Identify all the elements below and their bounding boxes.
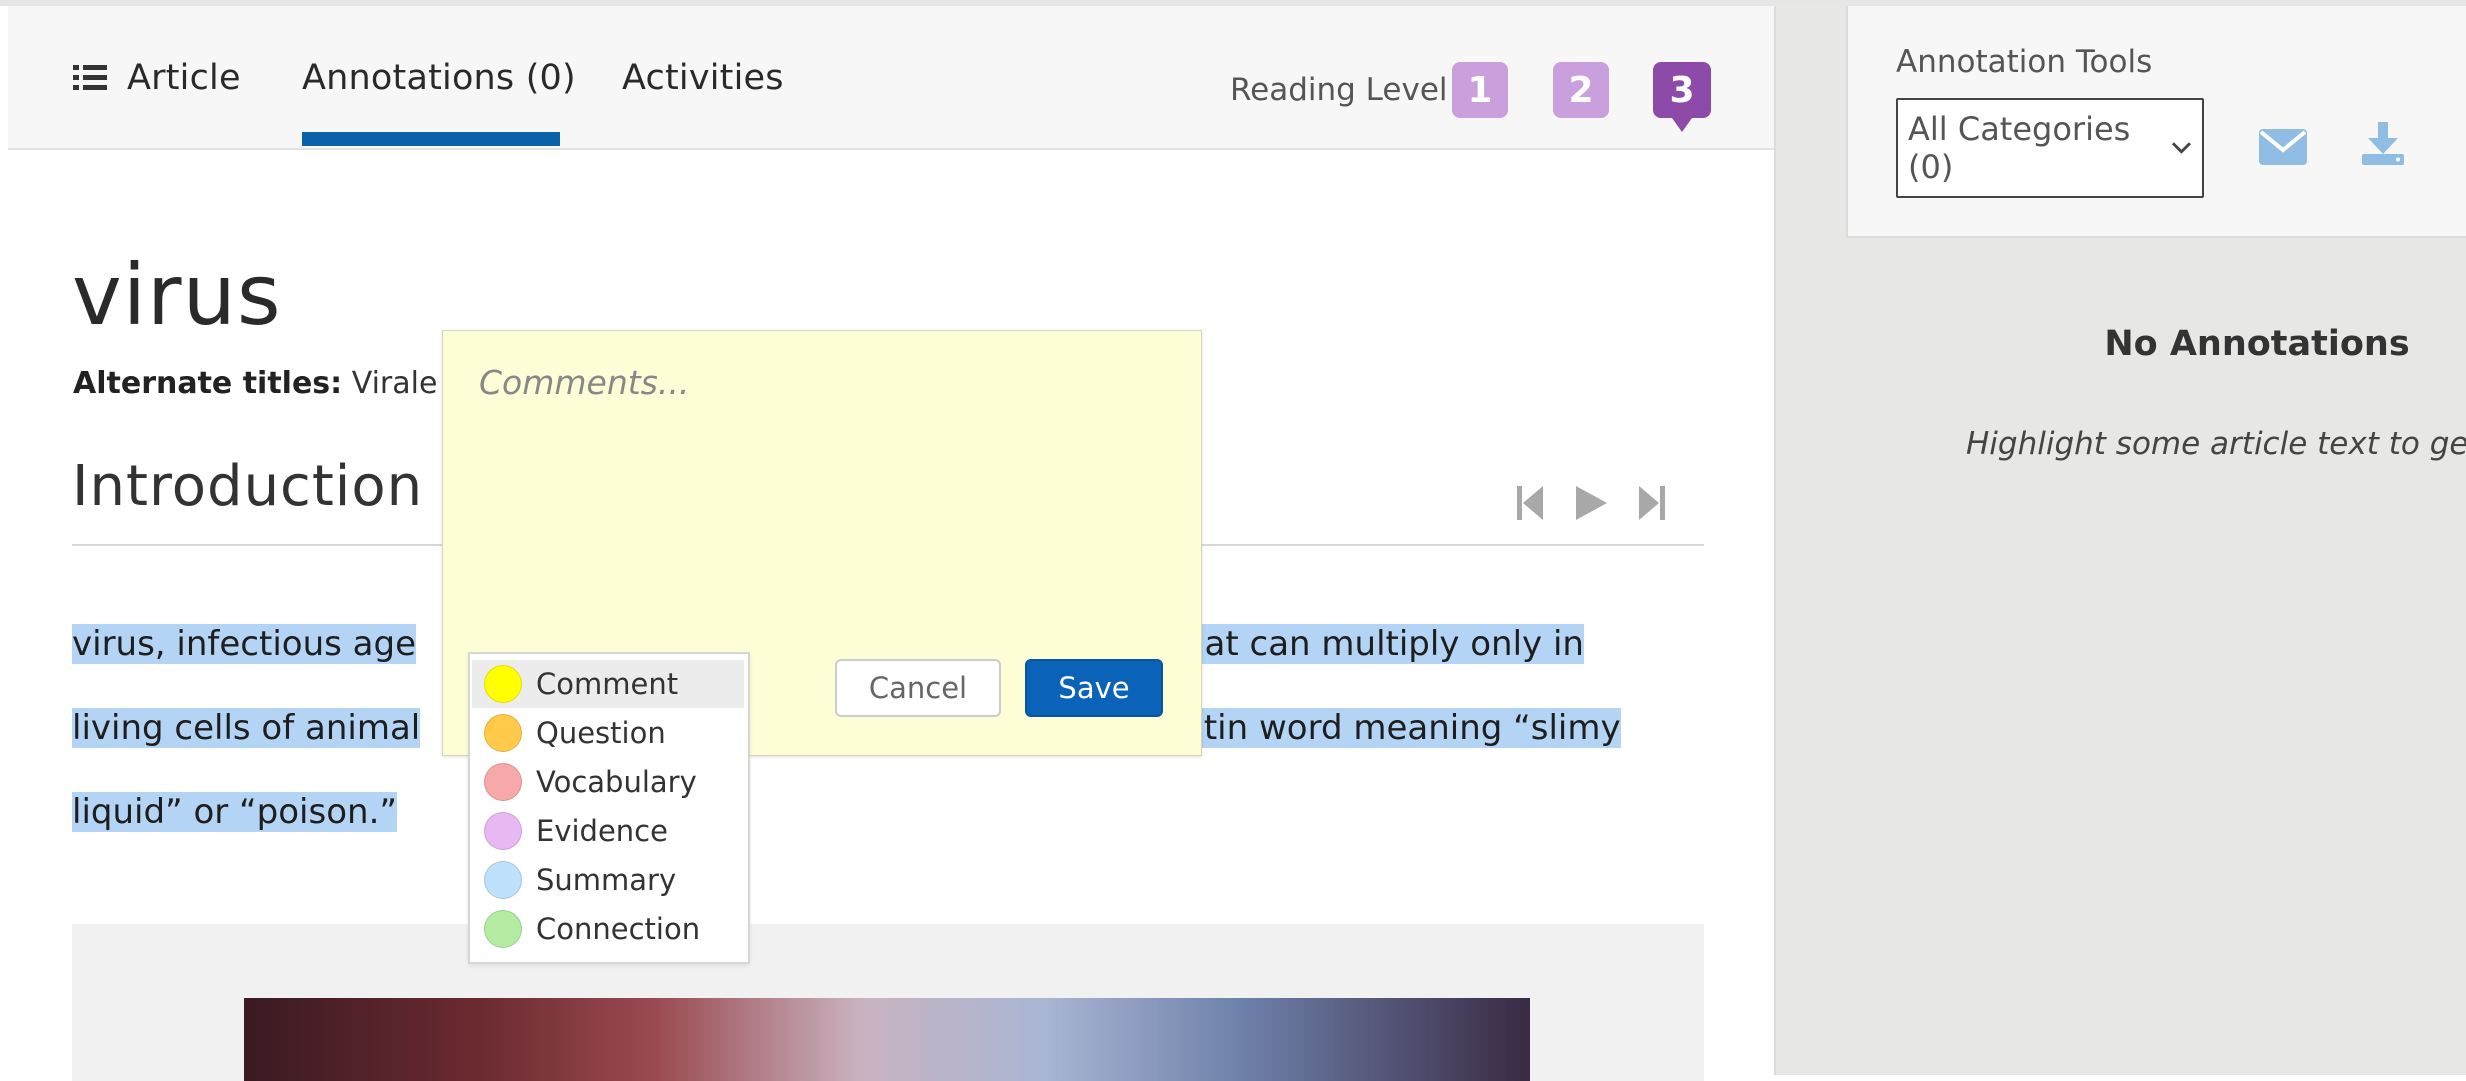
tab-annotations[interactable]: Annotations (0) [302,58,576,98]
vocabulary-color-swatch [484,763,522,801]
highlighted-text[interactable]: liquid” or “poison.” [72,792,397,832]
highlighted-text[interactable]: hat can multiply only in [1183,624,1584,664]
category-label: Vocabulary [536,765,697,799]
section-heading: Introduction [72,454,424,519]
annotation-tools-label: Annotation Tools [1896,44,2153,80]
category-option-connection[interactable]: Connection [472,905,744,953]
tab-bar: Article Annotations (0) Activities Readi… [8,6,1774,150]
category-option-comment[interactable]: Comment [472,660,744,708]
category-label: Evidence [536,814,668,848]
reading-level-3-button[interactable]: 3 [1653,62,1711,132]
chevron-down-icon [2172,142,2192,154]
article-text-line[interactable]: liquid” or “poison.” [72,788,397,836]
comment-input[interactable] [477,361,1171,545]
cancel-button[interactable]: Cancel [835,659,1001,717]
category-option-vocabulary[interactable]: Vocabulary [472,758,744,806]
article-text-line[interactable]: hat can multiply only in [1183,620,1584,668]
category-label: Connection [536,912,701,946]
category-dropdown: Comment Question Vocabulary Evidence Sum… [468,652,750,964]
tab-activities[interactable]: Activities [622,58,784,98]
skip-back-icon[interactable] [1515,484,1545,526]
annotations-hint: Highlight some article text to get st [1966,426,2466,462]
email-icon[interactable] [2258,128,2308,170]
summary-color-swatch [484,861,522,899]
category-filter-value: All Categories (0) [1908,110,2131,186]
alternate-titles-value: Virale [351,366,438,401]
save-button[interactable]: Save [1025,659,1163,717]
category-label: Comment [536,667,679,701]
annotation-tools-panel: Annotation Tools All Categories (0) [1846,6,2466,238]
highlighted-text[interactable]: virus, infectious age [72,624,416,664]
highlighted-text[interactable]: atin word meaning “slimy [1183,708,1621,748]
reading-level-2-button[interactable]: 2 [1553,62,1609,118]
article-text-line[interactable]: living cells of animal [72,704,421,752]
article-text-line[interactable]: virus, infectious age [72,620,416,668]
play-icon[interactable] [1573,484,1609,526]
article-image[interactable] [244,998,1530,1081]
highlighted-text[interactable]: living cells of animal [72,708,421,748]
category-option-evidence[interactable]: Evidence [472,807,744,855]
article-text-line[interactable]: atin word meaning “slimy [1183,704,1621,752]
category-label: Summary [536,863,677,897]
category-option-summary[interactable]: Summary [472,856,744,904]
category-option-question[interactable]: Question [472,709,744,757]
skip-forward-icon[interactable] [1637,484,1667,526]
category-label: Question [536,716,666,750]
alternate-titles-label: Alternate titles: [73,366,343,401]
download-icon[interactable] [2360,122,2406,170]
active-tab-indicator [302,132,560,146]
list-icon [73,65,107,90]
question-color-swatch [484,714,522,752]
comment-color-swatch [484,665,522,703]
connection-color-swatch [484,910,522,948]
reading-level-label: Reading Level [1230,72,1448,108]
annotations-sidebar: Annotation Tools All Categories (0) No A… [1774,6,2466,1075]
evidence-color-swatch [484,812,522,850]
tab-article-label: Article [127,58,241,98]
no-annotations-heading: No Annotations [2104,324,2410,364]
audio-controls [1515,484,1667,526]
category-filter-select[interactable]: All Categories (0) [1896,98,2204,198]
tab-article[interactable]: Article [73,58,241,98]
article-title: virus [72,246,282,344]
alternate-titles: Alternate titles: Virale [73,366,437,401]
reading-level-1-button[interactable]: 1 [1452,62,1508,118]
